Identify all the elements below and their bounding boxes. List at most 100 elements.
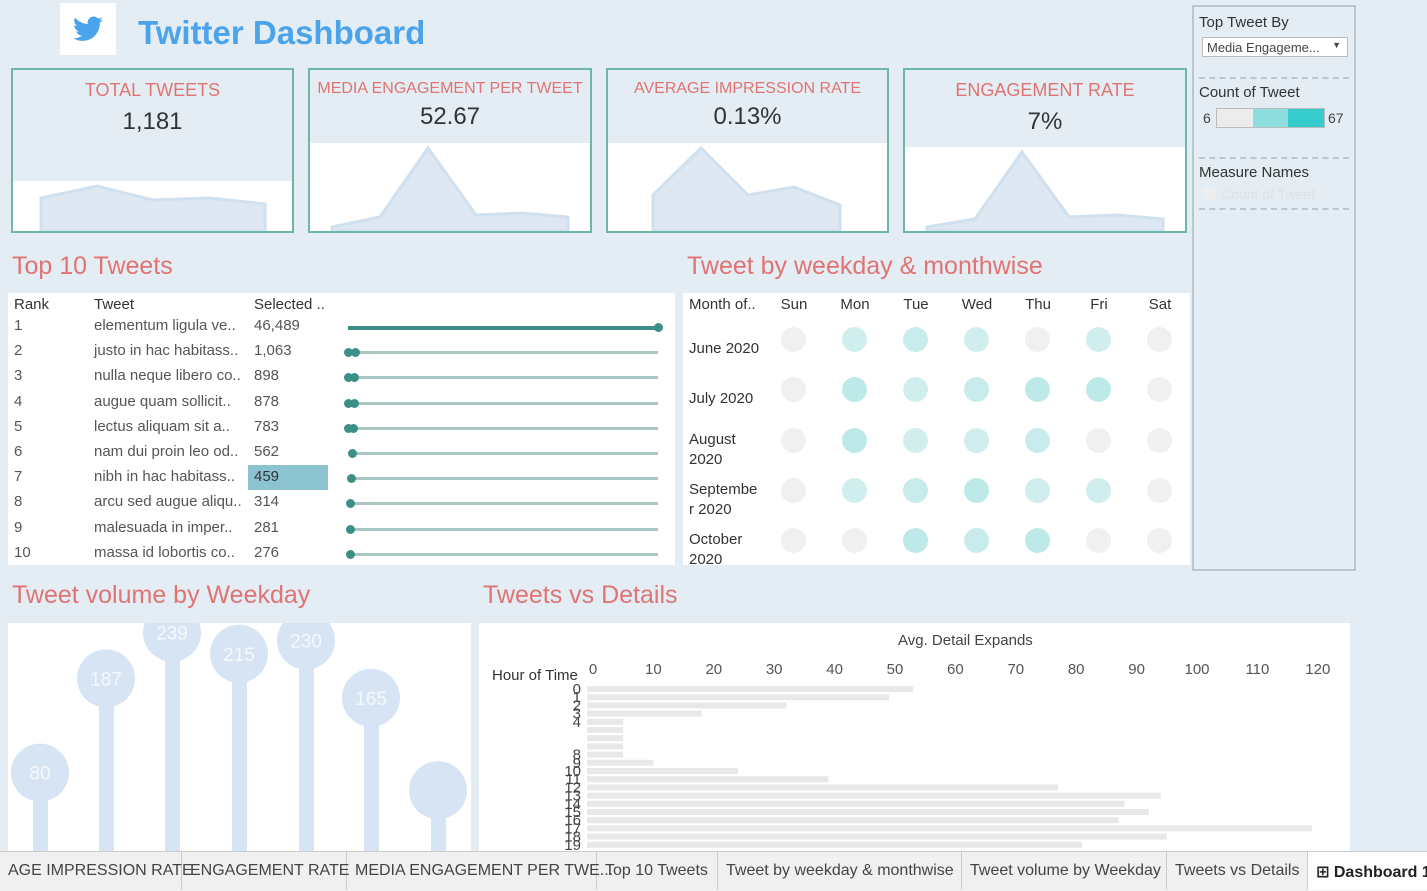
heat-dot[interactable] (903, 427, 928, 453)
heat-dot[interactable] (1025, 477, 1050, 503)
kpi-value: 0.13% (713, 103, 782, 130)
tab-weekday-monthwise[interactable]: Tweet by weekday & monthwise (718, 852, 962, 890)
heat-dot[interactable] (781, 427, 806, 453)
heat-dot[interactable] (1086, 377, 1111, 403)
table-row[interactable]: 2 justo in hac habitass.. 1,063 (8, 339, 675, 364)
detail-bar[interactable] (587, 768, 738, 774)
table-row[interactable]: 7 nibh in hac habitass.. 459 (8, 465, 675, 491)
heat-dot[interactable] (842, 377, 867, 403)
heat-dot[interactable] (781, 377, 806, 403)
table-row[interactable]: 5 lectus aliquam sit a.. 783 (8, 415, 675, 440)
month-label: July 2020 (689, 390, 754, 408)
rank-cell: 8 (14, 493, 23, 511)
detail-bar[interactable] (587, 784, 1059, 791)
detail-bar[interactable] (587, 710, 702, 717)
tab-media-engagement[interactable]: MEDIA ENGAGEMENT PER TWE... (347, 852, 613, 890)
tab-label: Dashboard 1 (1333, 864, 1427, 881)
tab-dashboard-1[interactable]: ⊞ Dashboard 1 (1308, 852, 1427, 890)
heat-dot[interactable] (1147, 327, 1172, 352)
heat-dot[interactable] (903, 528, 928, 554)
row-header-month: Month of.. (689, 296, 756, 313)
heat-dot[interactable] (1147, 528, 1172, 554)
detail-bar[interactable] (587, 776, 829, 783)
heat-dot[interactable] (1086, 477, 1111, 503)
heat-dot[interactable] (1086, 427, 1111, 453)
kpi-engagement-rate[interactable]: ENGAGEMENT RATE 7% (903, 68, 1187, 233)
x-tick-label: 10 (645, 661, 662, 678)
table-row[interactable]: 8 arcu sed augue aliqu.. 314 (8, 490, 675, 515)
tab-top10-tweets[interactable]: Top 10 Tweets (597, 852, 718, 890)
heat-dot[interactable] (964, 528, 989, 554)
rank-cell: 6 (14, 443, 23, 460)
heat-dot[interactable] (781, 477, 806, 503)
table-row[interactable]: 10 massa id lobortis co.. 276 (8, 541, 675, 566)
heat-dot[interactable] (1147, 477, 1172, 503)
detail-bar[interactable] (587, 800, 1125, 807)
details-chart[interactable]: Avg. Detail Expands Hour of Time 0 10 20 30… (479, 623, 1350, 853)
legend-min: 6 (1203, 110, 1211, 126)
heat-dot[interactable] (1025, 327, 1050, 352)
volume-chart[interactable]: 80 187 239 215 230 165 (8, 623, 471, 853)
tab-tweets-vs-details[interactable]: Tweets vs Details (1167, 852, 1308, 890)
detail-bar[interactable] (587, 702, 787, 709)
heat-dot[interactable] (903, 477, 928, 503)
volume-bubble[interactable] (409, 761, 467, 820)
kpi-value: 1,181 (122, 108, 183, 135)
heat-dot[interactable] (964, 427, 989, 453)
detail-bar[interactable] (587, 833, 1167, 840)
lollipop-dot (345, 524, 355, 534)
detail-bar[interactable] (587, 841, 1083, 848)
weekday-month-heatmap[interactable]: Month of.. Sun Mon Tue Wed Thu Fri Sat June 202… (683, 293, 1190, 568)
detail-bar[interactable] (587, 751, 624, 758)
detail-bar[interactable] (587, 694, 889, 701)
heat-dot[interactable] (842, 427, 867, 453)
table-row[interactable]: 3 nulla neque libero co.. 898 (8, 364, 675, 389)
table-row[interactable]: 4 augue quam sollicit.. 878 (8, 390, 675, 415)
heat-dot[interactable] (964, 327, 989, 352)
heat-dot[interactable] (1025, 427, 1050, 453)
top-tweet-by-dropdown[interactable]: Media Engageme... ▼ (1202, 37, 1348, 57)
heat-dot[interactable] (781, 327, 806, 352)
heat-dot[interactable] (842, 327, 867, 352)
heat-dot[interactable] (964, 377, 989, 403)
x-tick-label: 120 (1305, 661, 1330, 678)
tab-volume-by-weekday[interactable]: Tweet volume by Weekday (962, 852, 1167, 890)
heat-dot[interactable] (1086, 528, 1111, 554)
col-header-sat: Sat (1148, 296, 1172, 313)
heat-dot[interactable] (842, 528, 867, 554)
kpi-total-tweets[interactable]: TOTAL TWEETS 1,181 (11, 68, 294, 233)
measure-item[interactable]: Count of Tweet (1221, 186, 1315, 202)
table-row[interactable]: 9 malesuada in imper.. 281 (8, 516, 675, 541)
sparkline (905, 147, 1185, 231)
heat-dot[interactable] (1086, 327, 1111, 352)
kpi-media-engagement[interactable]: MEDIA ENGAGEMENT PER TWEET 52.67 (308, 68, 592, 233)
detail-bar[interactable] (587, 718, 624, 725)
detail-bar[interactable] (587, 686, 914, 692)
heat-dot[interactable] (1147, 377, 1172, 403)
detail-bar[interactable] (587, 759, 654, 766)
heat-dot[interactable] (1147, 427, 1172, 453)
top10-table[interactable]: Rank Tweet Selected .. 1 elementum ligula… (8, 293, 675, 565)
heat-dot[interactable] (1025, 528, 1050, 554)
kpi-value: 52.67 (419, 103, 481, 130)
detail-bar[interactable] (587, 792, 1161, 799)
table-row[interactable]: 1 elementum ligula ve.. 46,489 (8, 314, 675, 339)
heat-dot[interactable] (842, 477, 867, 503)
heat-dot[interactable] (964, 477, 989, 503)
legend-swatch (1203, 188, 1215, 200)
heat-dot[interactable] (1025, 377, 1050, 403)
detail-bar[interactable] (587, 817, 1119, 824)
detail-bar[interactable] (587, 735, 624, 742)
heat-dot[interactable] (781, 528, 806, 554)
detail-bar[interactable] (587, 727, 624, 733)
detail-bar[interactable] (587, 743, 624, 750)
tab-engagement-rate[interactable]: ENGAGEMENT RATE (182, 852, 349, 890)
kpi-average-impression-rate[interactable]: AVERAGE IMPRESSION RATE 0.13% (606, 68, 889, 233)
detail-bar[interactable] (587, 809, 1149, 815)
tab-average-impression-rate[interactable]: AGE IMPRESSION RATE (0, 852, 193, 890)
heat-dot[interactable] (903, 377, 928, 403)
table-row[interactable]: 6 nam dui proin leo od.. 562 (8, 440, 675, 465)
detail-bar[interactable] (587, 825, 1312, 832)
heat-dot[interactable] (903, 327, 928, 352)
col-header-rank: Rank (14, 296, 50, 313)
